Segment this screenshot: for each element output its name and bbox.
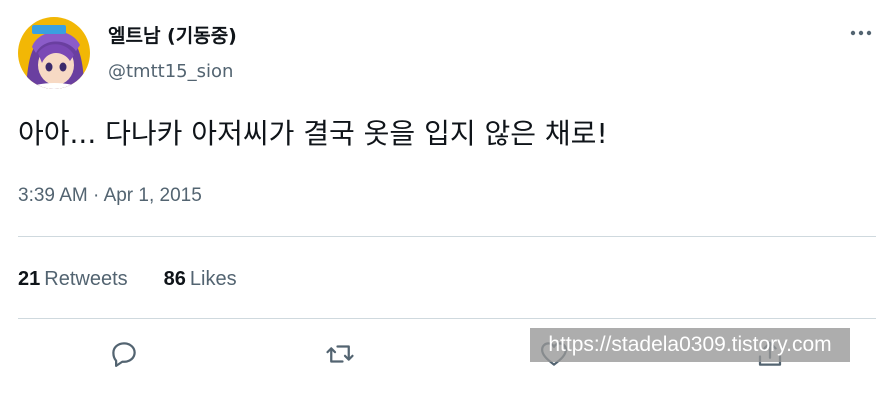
tweet-text: 아아... 다나카 아저씨가 결국 옷을 입지 않은 채로!: [18, 117, 608, 150]
timestamp-date: Apr 1, 2015: [103, 185, 202, 206]
likes-count: 86: [163, 268, 186, 290]
retweets-label: Retweets: [44, 268, 128, 290]
reply-button[interactable]: [106, 336, 142, 372]
retweet-button[interactable]: [322, 336, 358, 372]
avatar-image: [18, 17, 90, 89]
more-icon: [850, 30, 872, 36]
watermark: https://stadela0309.tistory.com: [530, 328, 850, 362]
more-options-button[interactable]: [844, 18, 878, 48]
retweets-stat[interactable]: 21 Retweets: [18, 266, 128, 292]
timestamp-time: 3:39 AM: [18, 185, 88, 206]
display-name[interactable]: 엘트남 (기동중): [108, 24, 237, 48]
divider-bottom: [18, 318, 876, 319]
handle[interactable]: @tmtt15_sion: [108, 60, 233, 84]
timestamp-separator: ·: [87, 185, 104, 206]
retweet-icon: [326, 345, 354, 363]
likes-stat[interactable]: 86 Likes: [164, 266, 237, 292]
likes-label: Likes: [189, 268, 237, 290]
timestamp[interactable]: 3:39 AM · Apr 1, 2015: [18, 183, 202, 209]
avatar[interactable]: [18, 17, 90, 89]
tweet-stats: 21 Retweets 86 Likes: [18, 266, 273, 292]
divider-top: [18, 236, 876, 237]
reply-icon: [112, 342, 136, 367]
retweets-count: 21: [18, 268, 41, 290]
